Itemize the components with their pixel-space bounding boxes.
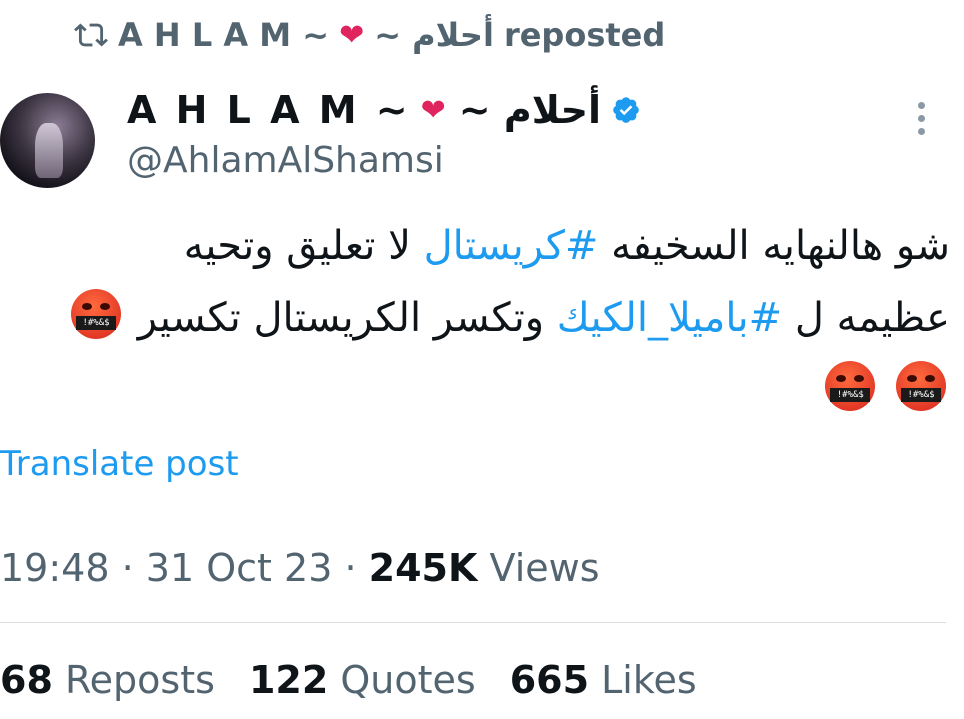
verified-badge-icon — [613, 97, 639, 123]
quotes-count: 122 — [248, 658, 329, 702]
engagement-stats: 68 Reposts 122 Quotes 665 Likes — [0, 658, 697, 702]
more-options-icon[interactable] — [918, 102, 925, 135]
quotes-stat[interactable]: 122 Quotes — [249, 658, 476, 702]
likes-count: 665 — [509, 658, 590, 702]
swearing-face-emoji-icon: !#%&$ — [825, 361, 876, 411]
hashtag-link[interactable]: #باميلا_الكيك — [557, 295, 782, 341]
heart-icon: ❤ — [339, 17, 365, 53]
tweet-line-3: !#%&$ !#%&$ — [10, 354, 950, 426]
repost-icon — [74, 23, 108, 47]
divider — [0, 622, 946, 623]
tweet-line-1: شو هالنهايه السخيفه #كريستال لا تعليق وت… — [10, 210, 950, 282]
tweet-text-segment: لا تعليق وتحيه — [183, 223, 411, 269]
reposts-stat[interactable]: 68 Reposts — [0, 658, 215, 702]
tweet-text: شو هالنهايه السخيفه #كريستال لا تعليق وت… — [10, 210, 950, 426]
repost-header[interactable]: A H L A M ~ ❤ ~ أحلام reposted — [74, 16, 665, 54]
author-name[interactable]: A H L A M ~ ❤ ~ أحلام — [127, 88, 641, 132]
tweet-text-segment: شو هالنهايه السخيفه — [611, 223, 950, 269]
heart-icon: ❤ — [420, 92, 449, 128]
views-label: Views — [489, 546, 600, 590]
separator: · — [344, 546, 357, 590]
swearing-face-emoji-icon: !#%&$ — [896, 361, 946, 411]
repost-action-label: reposted — [503, 16, 666, 54]
tweet-time[interactable]: 19:48 — [0, 546, 110, 590]
hashtag-link[interactable]: #كريستال — [424, 223, 599, 269]
repost-name-prefix: A H L A M ~ — [118, 16, 330, 54]
avatar[interactable] — [0, 93, 95, 188]
likes-label: Likes — [601, 658, 697, 702]
swearing-face-emoji-icon: !#%&$ — [70, 289, 121, 339]
quotes-label: Quotes — [340, 658, 476, 702]
reposts-label: Reposts — [64, 658, 215, 702]
author-name-prefix: A H L A M ~ — [127, 88, 411, 132]
tweet-text-segment: عظيمه ل — [794, 295, 950, 341]
author-name-suffix: ~ أحلام — [458, 88, 601, 132]
tweet-date[interactable]: 31 Oct 23 — [146, 546, 333, 590]
tweet-line-2: عظيمه ل #باميلا_الكيك وتكسر الكريستال تك… — [10, 282, 950, 354]
tweet-text-segment: وتكسر الكريستال تكسير — [137, 295, 545, 341]
separator: · — [121, 546, 134, 590]
likes-stat[interactable]: 665 Likes — [510, 658, 697, 702]
reposts-count: 68 — [0, 658, 53, 702]
translate-post-link[interactable]: Translate post — [0, 444, 239, 484]
tweet-meta: 19:48 · 31 Oct 23 · 245K Views — [0, 546, 600, 590]
views-count: 245K — [368, 546, 478, 590]
repost-name-suffix: ~ أحلام — [374, 16, 494, 54]
author-handle[interactable]: @AhlamAlShamsi — [127, 140, 444, 181]
